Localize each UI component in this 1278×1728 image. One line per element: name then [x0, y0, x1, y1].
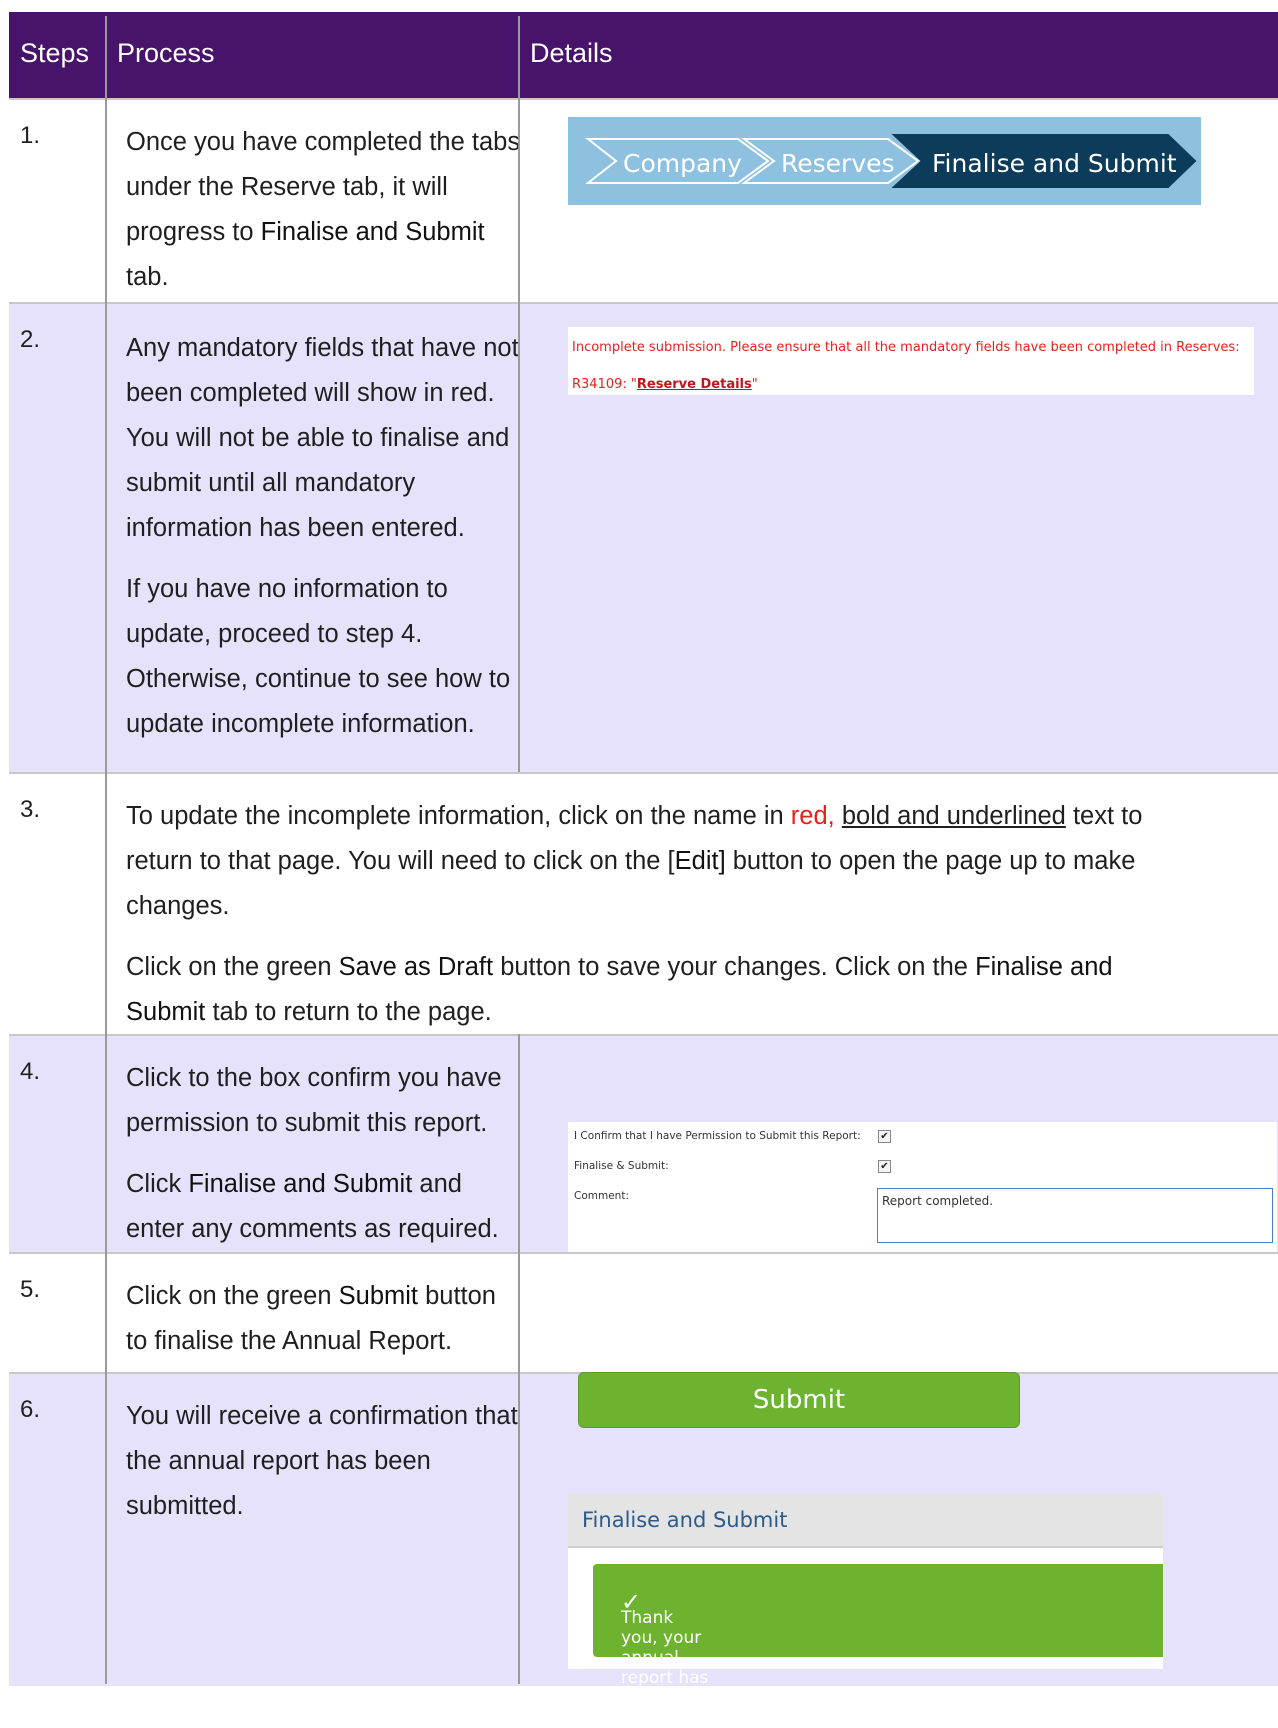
step-number: 3. [20, 796, 41, 823]
step-text: You will receive a confirmation that the… [126, 1402, 518, 1520]
step-number: 2. [20, 326, 41, 353]
step-text: Once you have completed the tabs under t… [126, 128, 521, 291]
submit-button[interactable]: Submit [578, 1372, 1020, 1428]
success-message: ✓ Thank you, your annual report has been … [593, 1564, 1163, 1728]
step-number: 1. [20, 122, 41, 149]
confirm-label: I Confirm that I have Permission to Subm… [574, 1130, 861, 1142]
step-number: 5. [20, 1276, 41, 1303]
step-number: 6. [20, 1396, 41, 1423]
breadcrumb-finalise[interactable]: Finalise and Submit [932, 149, 1177, 178]
step-text: Click to the box confirm you have permis… [126, 1064, 502, 1243]
confirmation-panel: Finalise and Submit ✓ Thank you, your ann… [568, 1494, 1163, 1728]
confirmation-title: Finalise and Submit [582, 1508, 788, 1532]
step-text: Any mandatory fields that have not been … [126, 334, 519, 738]
header-steps: Steps [20, 38, 90, 68]
column-divider [518, 1034, 520, 1684]
breadcrumb-reserves[interactable]: Reserves [781, 149, 895, 178]
confirm-checkbox[interactable]: ✔ [878, 1130, 891, 1143]
reserve-details-link[interactable]: Reserve Details [637, 377, 752, 392]
confirmation-header: Finalise and Submit [568, 1494, 1163, 1548]
step-number: 4. [20, 1058, 41, 1085]
column-divider [105, 16, 107, 1684]
table-row: 5. Click on the green Submit button to f… [9, 1252, 1278, 1374]
finalise-checkbox[interactable]: ✔ [878, 1160, 891, 1173]
breadcrumb: Company Reserves Finalise and Submit [568, 117, 1201, 205]
step-text: Click on the green Submit button to fina… [126, 1282, 496, 1355]
table-header: Steps Process Details [9, 12, 1278, 98]
table-row: 3. To update the incomplete information,… [9, 772, 1278, 1036]
step-text: To update the incomplete information, cl… [126, 802, 1143, 1026]
header-details: Details [530, 38, 613, 68]
comment-label: Comment: [574, 1190, 629, 1202]
header-process: Process [117, 38, 215, 68]
finalise-label: Finalise & Submit: [574, 1160, 669, 1172]
error-text: Incomplete submission. Please ensure tha… [572, 340, 1240, 355]
comment-textarea[interactable]: Report completed. [877, 1188, 1273, 1243]
error-item: R34109: "Reserve Details" [572, 377, 758, 392]
error-message: Incomplete submission. Please ensure tha… [568, 327, 1254, 395]
breadcrumb-company[interactable]: Company [623, 149, 742, 178]
column-divider [518, 16, 520, 772]
confirm-form: I Confirm that I have Permission to Subm… [568, 1122, 1277, 1252]
